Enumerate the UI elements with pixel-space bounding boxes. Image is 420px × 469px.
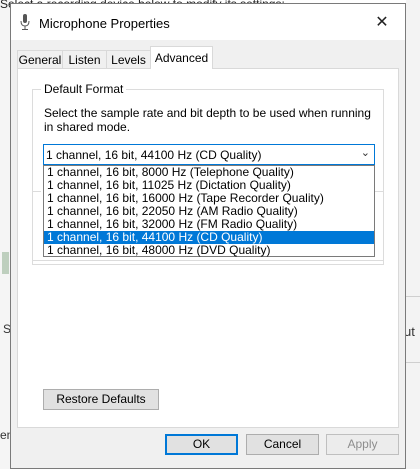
cancel-button[interactable]: Cancel	[246, 434, 319, 455]
background-window-left	[0, 0, 10, 469]
background-divider	[406, 296, 420, 297]
microphone-icon	[20, 14, 30, 30]
microphone-properties-dialog: Microphone Properties ✕ General Listen L…	[10, 3, 406, 469]
tab-listen[interactable]: Listen	[62, 50, 107, 68]
title-bar: Microphone Properties ✕	[11, 4, 405, 40]
sample-rate-select[interactable]: 1 channel, 16 bit, 44100 Hz (CD Quality)…	[43, 144, 375, 165]
background-window-right	[406, 0, 420, 469]
sample-rate-option-highlighted[interactable]: 1 channel, 16 bit, 44100 Hz (CD Quality)	[44, 231, 374, 244]
sample-rate-option[interactable]: 1 channel, 16 bit, 11025 Hz (Dictation Q…	[44, 179, 374, 192]
background-divider	[406, 362, 420, 363]
apply-button[interactable]: Apply	[326, 434, 399, 455]
default-format-group: Default Format Select the sample rate an…	[32, 82, 384, 265]
close-button[interactable]: ✕	[359, 4, 405, 40]
sample-rate-option[interactable]: 1 channel, 16 bit, 32000 Hz (FM Radio Qu…	[44, 218, 374, 231]
chevron-down-icon[interactable]: ⌄	[361, 146, 370, 159]
advanced-tab-panel: E Default Format Select the sample rate …	[17, 68, 399, 428]
sample-rate-option[interactable]: 1 channel, 16 bit, 8000 Hz (Telephone Qu…	[44, 166, 374, 179]
default-format-group-title: Default Format	[41, 82, 127, 96]
restore-defaults-button[interactable]: Restore Defaults	[43, 389, 159, 410]
tab-levels[interactable]: Levels	[106, 50, 151, 68]
dialog-title: Microphone Properties	[39, 16, 170, 31]
tab-advanced[interactable]: Advanced	[150, 46, 213, 69]
close-icon: ✕	[375, 14, 389, 31]
tab-general[interactable]: General	[17, 50, 63, 68]
sample-rate-dropdown-list: 1 channel, 16 bit, 8000 Hz (Telephone Qu…	[43, 165, 375, 257]
sample-rate-option[interactable]: 1 channel, 16 bit, 48000 Hz (DVD Quality…	[44, 244, 374, 257]
background-device-icon	[2, 252, 9, 274]
ok-button[interactable]: OK	[165, 434, 238, 455]
sample-rate-option[interactable]: 1 channel, 16 bit, 16000 Hz (Tape Record…	[44, 192, 374, 205]
sample-rate-option[interactable]: 1 channel, 16 bit, 22050 Hz (AM Radio Qu…	[44, 205, 374, 218]
sample-rate-selected-value: 1 channel, 16 bit, 44100 Hz (CD Quality)	[46, 148, 262, 162]
default-format-description: Select the sample rate and bit depth to …	[44, 106, 371, 134]
